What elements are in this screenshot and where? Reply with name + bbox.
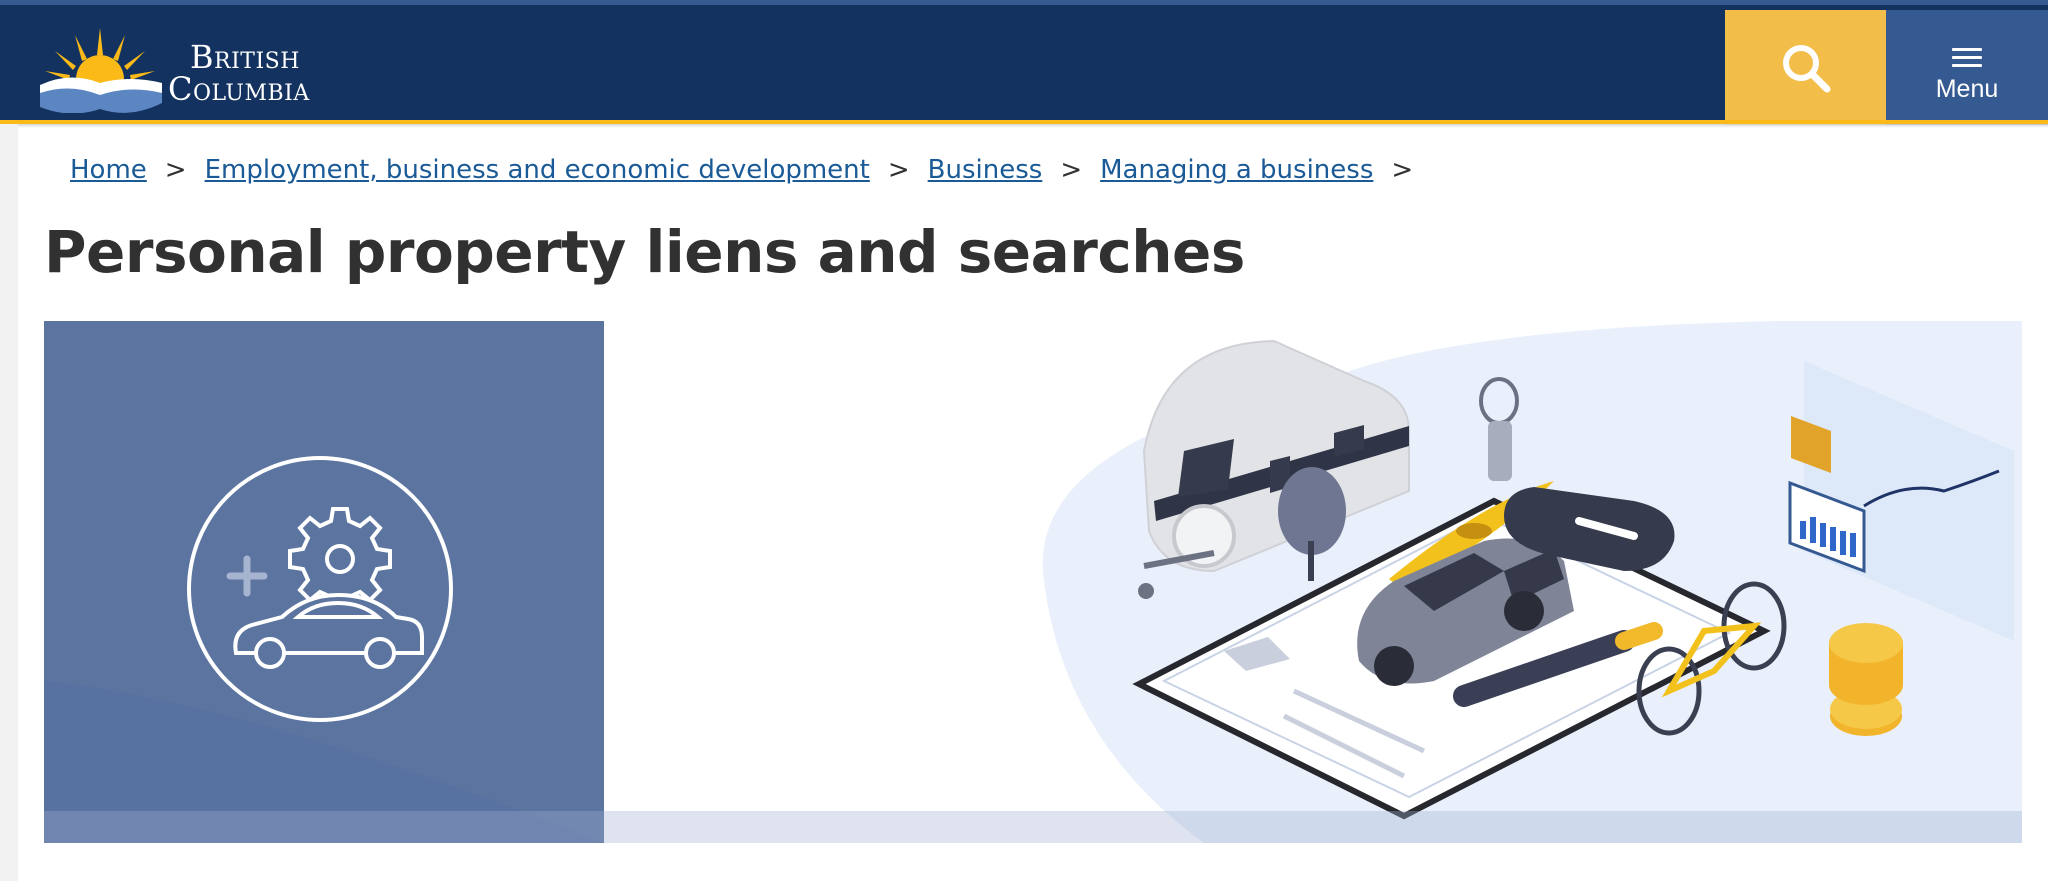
bc-logo[interactable]: British Columbia [40, 23, 360, 113]
breadcrumb-separator: > [164, 155, 187, 185]
logo-wordmark: British Columbia [168, 41, 310, 105]
search-icon [1782, 44, 1830, 92]
logo-line-2: Columbia [168, 70, 310, 108]
banner-illustration [604, 321, 2022, 843]
banner-bottom-strip [44, 811, 2022, 843]
breadcrumb-managing-a-business[interactable]: Managing a business [1100, 155, 1373, 185]
breadcrumb-separator: > [1060, 155, 1083, 185]
logo-line-1: British [190, 38, 300, 76]
hero-banner [44, 321, 2022, 843]
site-header: British Columbia Menu [0, 5, 2048, 125]
search-button[interactable] [1725, 10, 1886, 125]
breadcrumb-employment[interactable]: Employment, business and economic develo… [205, 155, 870, 185]
breadcrumb: Home > Employment, business and economic d… [70, 155, 1431, 195]
hamburger-icon [1952, 48, 1982, 68]
car-gear-icon [44, 456, 604, 843]
page-title: Personal property liens and searches [44, 218, 1245, 286]
breadcrumb-business[interactable]: Business [928, 155, 1043, 185]
banner-icon-panel [44, 321, 604, 843]
sunset-logo-icon [40, 28, 162, 113]
breadcrumb-separator: > [1391, 155, 1414, 185]
header-shadow [0, 124, 2048, 128]
vehicles-and-property-illustration [1042, 321, 2022, 843]
menu-button[interactable]: Menu [1886, 10, 2048, 125]
breadcrumb-home[interactable]: Home [70, 155, 147, 185]
left-gutter [0, 124, 18, 881]
menu-label: Menu [1935, 75, 1999, 103]
breadcrumb-separator: > [887, 155, 910, 185]
